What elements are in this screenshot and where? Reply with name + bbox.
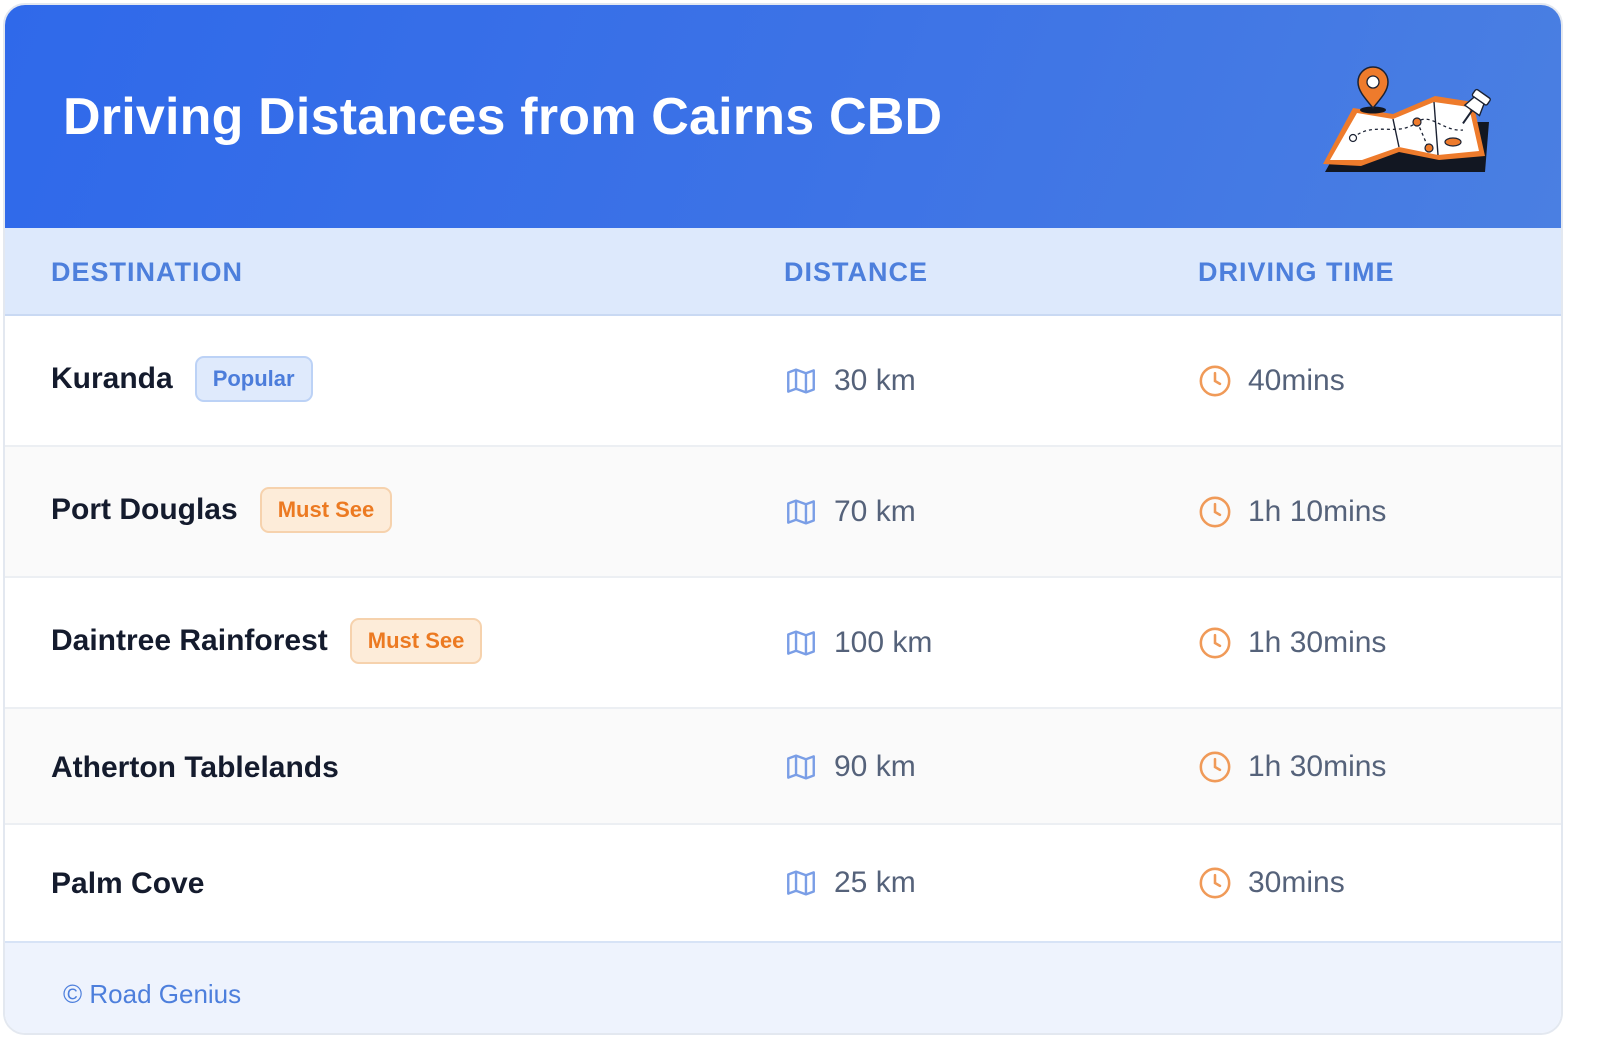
- distance-value: 25 km: [834, 866, 916, 899]
- destination-name: Daintree Rainforest: [51, 624, 328, 657]
- table-header-row: DESTINATION DISTANCE DRIVING TIME: [5, 228, 1561, 316]
- distance-cell: 90 km: [784, 750, 916, 784]
- distance-cell: 30 km: [784, 364, 916, 398]
- clock-icon: [1199, 365, 1231, 397]
- table-row: Port Douglas Must See 70 km 1h 10mins: [5, 447, 1561, 578]
- distance-cell: 25 km: [784, 866, 916, 900]
- distance-cell: 100 km: [784, 626, 932, 660]
- map-with-pins-icon: [1323, 66, 1491, 172]
- destination-name: Port Douglas: [51, 493, 238, 526]
- table-row: Daintree Rainforest Must See 100 km 1h 3…: [5, 578, 1561, 709]
- time-cell: 1h 30mins: [1198, 626, 1386, 660]
- column-header-destination: DESTINATION: [51, 257, 243, 287]
- clock-icon: [1199, 867, 1231, 899]
- must-see-badge: Must See: [349, 618, 483, 664]
- distance-cell: 70 km: [784, 495, 916, 529]
- destination-name: Atherton Tablelands: [51, 751, 339, 784]
- map-icon: [787, 499, 815, 525]
- time-cell: 40mins: [1198, 364, 1345, 398]
- table-row: Kuranda Popular 30 km 40mins: [5, 316, 1561, 447]
- time-value: 40mins: [1248, 364, 1345, 397]
- distance-value: 100 km: [834, 626, 933, 659]
- card-header: Driving Distances from Cairns CBD: [5, 5, 1561, 228]
- destination-name: Palm Cove: [51, 867, 205, 900]
- column-header-driving-time: DRIVING TIME: [1198, 257, 1395, 287]
- distance-table-card: Driving Distances from Cairns CBD DESTIN…: [3, 3, 1563, 1035]
- clock-icon: [1199, 751, 1231, 783]
- destination-cell: Kuranda Popular: [51, 356, 313, 402]
- map-icon: [787, 754, 815, 780]
- destination-cell: Atherton Tablelands: [51, 751, 339, 785]
- copyright-text: © Road Genius: [63, 979, 242, 1009]
- destination-cell: Palm Cove: [51, 867, 204, 901]
- destination-cell: Daintree Rainforest Must See: [51, 618, 483, 664]
- map-icon: [787, 630, 815, 656]
- map-icon: [787, 368, 815, 394]
- time-cell: 1h 30mins: [1198, 750, 1386, 784]
- column-header-distance: DISTANCE: [784, 257, 929, 287]
- table-row: Palm Cove 25 km 30mins: [5, 825, 1561, 941]
- map-icon: [787, 870, 815, 896]
- distance-value: 70 km: [834, 495, 916, 528]
- time-value: 1h 10mins: [1248, 495, 1387, 528]
- card-footer: © Road Genius: [5, 941, 1561, 1033]
- time-value: 1h 30mins: [1248, 750, 1387, 783]
- destination-name: Kuranda: [51, 362, 173, 395]
- time-cell: 30mins: [1198, 866, 1345, 900]
- time-value: 1h 30mins: [1248, 626, 1387, 659]
- time-cell: 1h 10mins: [1198, 495, 1386, 529]
- table-row: Atherton Tablelands 90 km 1h 30mins: [5, 709, 1561, 825]
- destination-cell: Port Douglas Must See: [51, 487, 393, 533]
- clock-icon: [1199, 496, 1231, 528]
- distance-value: 30 km: [834, 364, 916, 397]
- page-title: Driving Distances from Cairns CBD: [63, 88, 943, 146]
- clock-icon: [1199, 627, 1231, 659]
- time-value: 30mins: [1248, 866, 1345, 899]
- popular-badge: Popular: [194, 356, 313, 402]
- must-see-badge: Must See: [259, 487, 393, 533]
- distance-value: 90 km: [834, 750, 916, 783]
